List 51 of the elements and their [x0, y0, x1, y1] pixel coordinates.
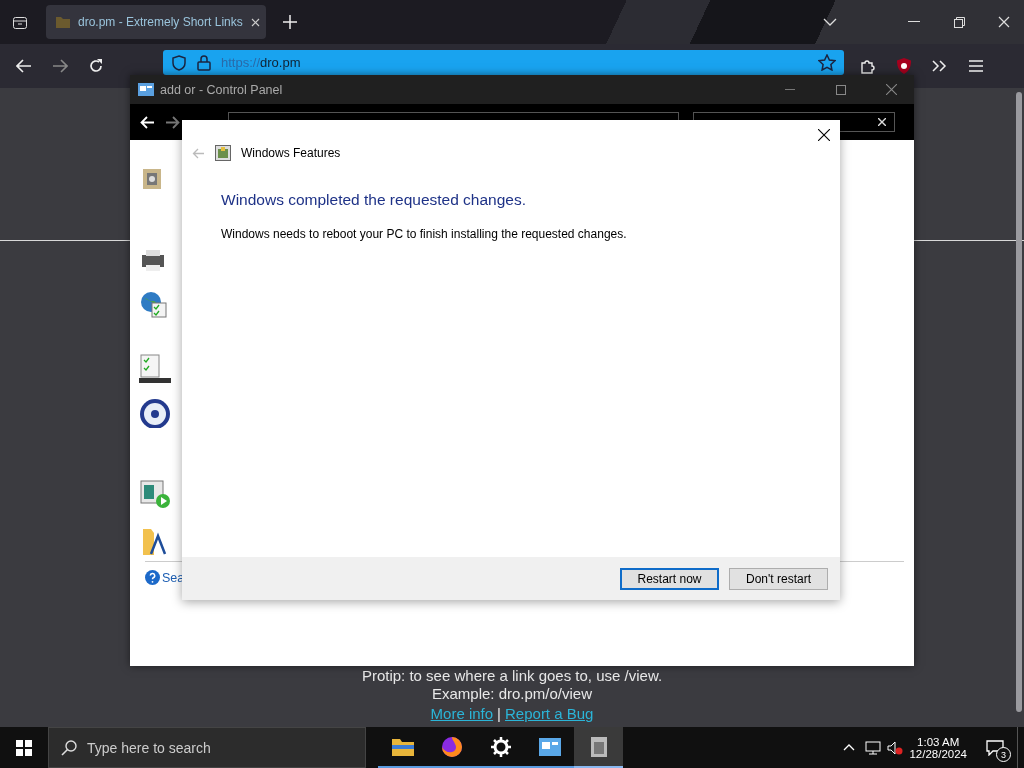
protip-text: Protip: to see where a link goes to, use /view.: [361, 667, 663, 684]
cancel-button[interactable]: Don't restart: [729, 567, 828, 590]
shield-icon[interactable]: [896, 57, 912, 75]
address-bar[interactable]: https://dro.pm: [163, 50, 844, 75]
url-text: https://dro.pm: [221, 55, 302, 70]
clock[interactable]: 1:03 AM 12/28/2024: [909, 735, 967, 760]
new-tab-icon[interactable]: [283, 15, 297, 29]
dialog-title: Windows Features: [241, 146, 341, 160]
control-panel-icon: [138, 83, 154, 96]
puzzle-icon[interactable]: [860, 58, 876, 74]
double-chevron-icon[interactable]: [932, 60, 948, 72]
notification-icon[interactable]: [986, 739, 1004, 756]
chevron-down-icon[interactable]: [823, 18, 837, 26]
separator-text: |: [497, 705, 501, 722]
muted-speaker-icon[interactable]: [887, 740, 904, 755]
browser-tab[interactable]: dro.pm - Extremely Short Links: [46, 5, 266, 39]
help-icon[interactable]: [145, 570, 160, 585]
restore-icon[interactable]: [953, 16, 965, 28]
maximize-icon[interactable]: [835, 84, 846, 95]
chevron-up-icon[interactable]: [843, 744, 856, 751]
restart-button[interactable]: Restart now: [620, 567, 719, 590]
checklist-icon[interactable]: [139, 353, 171, 383]
star-icon[interactable]: [818, 54, 836, 71]
scrollbar[interactable]: [1016, 92, 1022, 712]
lock-icon: [197, 54, 211, 71]
network-icon[interactable]: [865, 740, 882, 755]
page-link[interactable]: Report a Bug: [505, 705, 594, 722]
dialog-heading: Windows completed the requested changes.: [221, 191, 527, 209]
tab-list-icon[interactable]: [12, 14, 28, 30]
menu-icon[interactable]: [969, 60, 983, 72]
windows-logo-icon[interactable]: [16, 739, 32, 756]
notification-badge: 3: [996, 747, 1011, 762]
page-link[interactable]: More info: [430, 705, 494, 722]
dialog-message: Windows needs to reboot your PC to finish installing the requested changes.: [221, 227, 628, 241]
example-text: Example: dro.pm/o/view: [431, 685, 593, 702]
search-icon: [61, 739, 77, 756]
close-icon[interactable]: [818, 129, 830, 141]
window-features-icon: [215, 145, 231, 161]
forward-arrow-icon[interactable]: [165, 115, 180, 129]
monitor-play-icon[interactable]: [139, 478, 171, 508]
folder-icon: [56, 16, 70, 28]
box-icon[interactable]: [589, 735, 608, 758]
taskbar-search-field[interactable]: Type here to search: [48, 727, 366, 768]
reload-icon[interactable]: [88, 58, 104, 74]
window-title: add or - Control Panel: [160, 82, 283, 97]
minimize-icon[interactable]: [908, 21, 920, 23]
folder-icon[interactable]: [391, 737, 414, 756]
forward-arrow-icon[interactable]: [52, 59, 68, 73]
shield-icon: [171, 54, 187, 71]
control-panel-icon[interactable]: [538, 737, 561, 756]
gear-icon[interactable]: [490, 736, 511, 757]
